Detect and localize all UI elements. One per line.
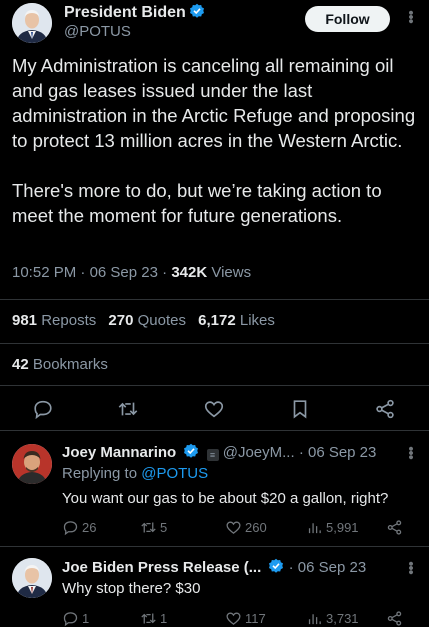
- avatar-portrait-icon: [12, 3, 52, 43]
- likes-stat[interactable]: 6,172 Likes: [198, 312, 275, 329]
- quotes-stat[interactable]: 270 Quotes: [108, 312, 186, 329]
- reply-author-handle[interactable]: @JoeyM...: [223, 444, 295, 461]
- reply-metrics: 1 1 117 3,731: [62, 610, 417, 627]
- like-icon[interactable]: [203, 398, 225, 420]
- share-button[interactable]: [386, 610, 403, 627]
- reply-header: Joe Biden Press Release (... · 06 Sep 23: [62, 558, 366, 576]
- follow-button[interactable]: Follow: [305, 6, 390, 32]
- reply-header: Joey Mannarino ≡ @JoeyM... · 06 Sep 23: [62, 443, 376, 461]
- author-name[interactable]: President Biden: [64, 3, 205, 22]
- reply-author-name[interactable]: Joey Mannarino: [62, 444, 176, 461]
- verified-badge-icon: [189, 3, 205, 19]
- more-options-icon[interactable]: •••: [402, 561, 419, 574]
- engagement-stats: 981 Reposts 270 Quotes 6,172 Likes: [12, 312, 275, 329]
- tweet-header: President Biden @POTUS Follow •••: [0, 0, 429, 48]
- like-count[interactable]: 260: [225, 519, 267, 536]
- more-options-icon[interactable]: •••: [402, 446, 419, 459]
- divider: [0, 343, 429, 344]
- bookmark-icon[interactable]: [289, 398, 311, 420]
- verified-badge-icon: [183, 443, 199, 459]
- views-icon: [308, 523, 321, 534]
- action-bar: [0, 396, 429, 424]
- reposts-stat[interactable]: 981 Reposts: [12, 312, 96, 329]
- divider: [0, 385, 429, 386]
- replying-to-link[interactable]: @POTUS: [141, 465, 208, 482]
- repost-icon: [141, 522, 156, 533]
- like-icon: [226, 612, 241, 625]
- tweet-meta: 10:52 PM · 06 Sep 23 · 342K Views: [12, 264, 252, 281]
- tweet-time[interactable]: 10:52 PM: [12, 264, 76, 281]
- reply-author-name[interactable]: Joe Biden Press Release (...: [62, 559, 261, 576]
- reply-item[interactable]: Joe Biden Press Release (... · 06 Sep 23…: [0, 546, 429, 627]
- reply-icon[interactable]: [32, 398, 54, 420]
- reply-icon: [63, 521, 78, 536]
- share-icon[interactable]: [374, 398, 396, 420]
- reply-icon: [63, 612, 78, 627]
- reply-count[interactable]: 26: [62, 519, 96, 536]
- avatar-portrait-icon: [12, 558, 52, 598]
- view-count[interactable]: 5,991: [306, 519, 359, 536]
- views-label: Views: [211, 264, 252, 281]
- verified-badge-icon: [268, 558, 284, 574]
- avatar[interactable]: [12, 558, 52, 598]
- like-count[interactable]: 117: [225, 610, 266, 627]
- share-button[interactable]: [386, 519, 403, 536]
- views-count: 342K: [171, 264, 208, 281]
- avatar[interactable]: [12, 444, 52, 484]
- bookmarks-stat[interactable]: 42 Bookmarks: [12, 356, 108, 373]
- repost-icon: [141, 613, 156, 624]
- reply-text: You want our gas to be about $20 a gallo…: [62, 490, 389, 507]
- more-options-icon[interactable]: •••: [402, 10, 419, 23]
- repost-icon[interactable]: [117, 398, 139, 420]
- repost-count[interactable]: 5: [140, 519, 167, 536]
- affiliate-badge-icon: ≡: [206, 449, 219, 461]
- reply-date[interactable]: · 06 Sep 23: [289, 559, 367, 576]
- reply-item[interactable]: Joey Mannarino ≡ @JoeyM... · 06 Sep 23 •…: [0, 430, 429, 546]
- repost-count[interactable]: 1: [140, 610, 167, 627]
- reply-metrics: 26 5 260 5,991: [62, 519, 417, 537]
- reply-date[interactable]: · 06 Sep 23: [299, 444, 377, 461]
- divider: [0, 299, 429, 300]
- reply-text: Why stop there? $30: [62, 580, 201, 597]
- views-icon: [308, 614, 321, 625]
- share-icon: [387, 520, 402, 535]
- replying-to: Replying to @POTUS: [62, 465, 209, 482]
- view-count[interactable]: 3,731: [306, 610, 359, 627]
- tweet-text: My Administration is canceling all remai…: [12, 55, 416, 226]
- like-icon: [226, 521, 241, 534]
- author-handle[interactable]: @POTUS: [64, 23, 131, 40]
- tweet-date[interactable]: 06 Sep 23: [90, 264, 158, 281]
- reply-count[interactable]: 1: [62, 610, 89, 627]
- avatar-portrait-icon: [12, 444, 52, 484]
- avatar[interactable]: [12, 3, 52, 43]
- share-icon: [387, 611, 402, 626]
